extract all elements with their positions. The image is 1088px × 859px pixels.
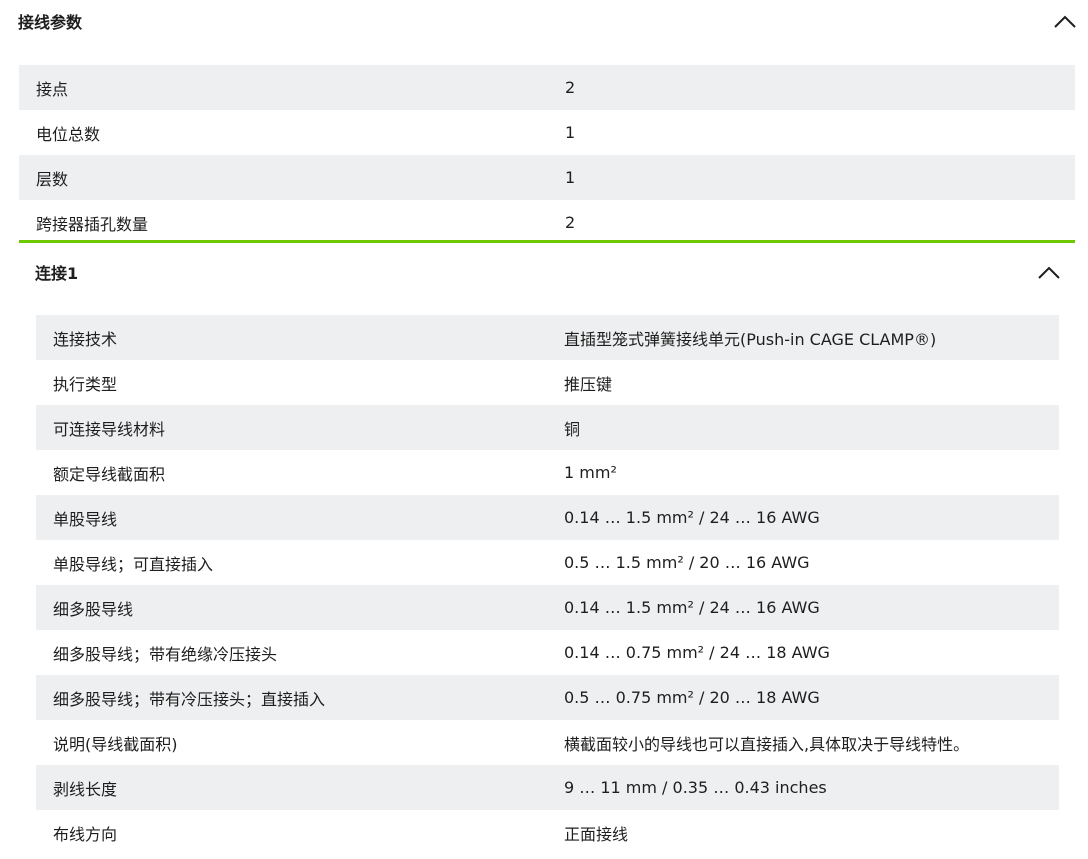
row-label: 执行类型 <box>53 374 118 394</box>
table-row: 跨接器插孔数量 2 <box>19 200 1075 245</box>
table-row: 执行类型 推压键 <box>36 360 1059 405</box>
page: 接线参数 接点 2 电位总数 1 层数 1 跨接器插孔数量 2 连接1 连接技术… <box>0 0 1088 859</box>
row-label: 可连接导线材料 <box>53 419 166 439</box>
section-divider <box>19 240 1075 243</box>
table-row: 层数 1 <box>19 155 1075 200</box>
row-label: 说明(导线截面积) <box>53 734 178 754</box>
row-label: 细多股导线 <box>53 599 134 619</box>
section-header-connection-1[interactable]: 连接1 <box>35 250 1060 294</box>
table-row: 连接技术 直插型笼式弹簧接线单元(Push-in CAGE CLAMP®) <box>36 315 1059 360</box>
row-value: 1 mm² <box>564 463 617 482</box>
row-value: 正面接线 <box>564 824 629 844</box>
row-label: 细多股导线；带有冷压接头；直接插入 <box>53 689 326 709</box>
table-row: 单股导线；可直接插入 0.5 … 1.5 mm² / 20 … 16 AWG <box>36 540 1059 585</box>
row-value: 推压键 <box>564 374 613 394</box>
row-value: 0.14 … 1.5 mm² / 24 … 16 AWG <box>564 598 820 617</box>
row-value: 1 <box>565 168 576 187</box>
wiring-parameters-table: 接点 2 电位总数 1 层数 1 跨接器插孔数量 2 <box>19 65 1075 245</box>
row-label: 布线方向 <box>53 824 118 844</box>
connection-1-table: 连接技术 直插型笼式弹簧接线单元(Push-in CAGE CLAMP®) 执行… <box>36 315 1059 855</box>
section-header-wiring-parameters[interactable]: 接线参数 <box>18 0 1076 42</box>
table-row: 额定导线截面积 1 mm² <box>36 450 1059 495</box>
table-row: 可连接导线材料 铜 <box>36 405 1059 450</box>
row-value: 直插型笼式弹簧接线单元(Push-in CAGE CLAMP®) <box>564 329 937 349</box>
row-label: 接点 <box>36 79 69 99</box>
row-label: 电位总数 <box>36 124 101 144</box>
chevron-up-icon[interactable] <box>1038 265 1060 279</box>
row-value: 0.5 … 1.5 mm² / 20 … 16 AWG <box>564 553 810 572</box>
row-value: 1 <box>565 123 576 142</box>
row-value: 9 … 11 mm / 0.35 … 0.43 inches <box>564 778 827 797</box>
row-label: 细多股导线；带有绝缘冷压接头 <box>53 644 278 664</box>
row-value: 0.14 … 0.75 mm² / 24 … 18 AWG <box>564 643 830 662</box>
section-title: 接线参数 <box>18 13 83 32</box>
row-label: 跨接器插孔数量 <box>36 214 149 234</box>
row-label: 单股导线；可直接插入 <box>53 554 214 574</box>
table-row: 说明(导线截面积) 横截面较小的导线也可以直接插入,具体取决于导线特性。 <box>36 720 1059 765</box>
table-row: 电位总数 1 <box>19 110 1075 155</box>
row-value: 0.5 … 0.75 mm² / 20 … 18 AWG <box>564 688 820 707</box>
section-title: 连接1 <box>35 264 79 283</box>
row-value: 2 <box>565 213 576 232</box>
table-row: 细多股导线 0.14 … 1.5 mm² / 24 … 16 AWG <box>36 585 1059 630</box>
table-row: 细多股导线；带有绝缘冷压接头 0.14 … 0.75 mm² / 24 … 18… <box>36 630 1059 675</box>
row-value: 0.14 … 1.5 mm² / 24 … 16 AWG <box>564 508 820 527</box>
table-row: 单股导线 0.14 … 1.5 mm² / 24 … 16 AWG <box>36 495 1059 540</box>
row-value: 横截面较小的导线也可以直接插入,具体取决于导线特性。 <box>564 734 970 754</box>
table-row: 细多股导线；带有冷压接头；直接插入 0.5 … 0.75 mm² / 20 … … <box>36 675 1059 720</box>
row-label: 额定导线截面积 <box>53 464 166 484</box>
table-row: 剥线长度 9 … 11 mm / 0.35 … 0.43 inches <box>36 765 1059 810</box>
row-value: 铜 <box>564 419 581 439</box>
row-value: 2 <box>565 78 576 97</box>
chevron-up-icon[interactable] <box>1054 14 1076 28</box>
row-label: 剥线长度 <box>53 779 118 799</box>
table-row: 布线方向 正面接线 <box>36 810 1059 855</box>
row-label: 单股导线 <box>53 509 118 529</box>
row-label: 连接技术 <box>53 329 118 349</box>
row-label: 层数 <box>36 169 69 189</box>
table-row: 接点 2 <box>19 65 1075 110</box>
